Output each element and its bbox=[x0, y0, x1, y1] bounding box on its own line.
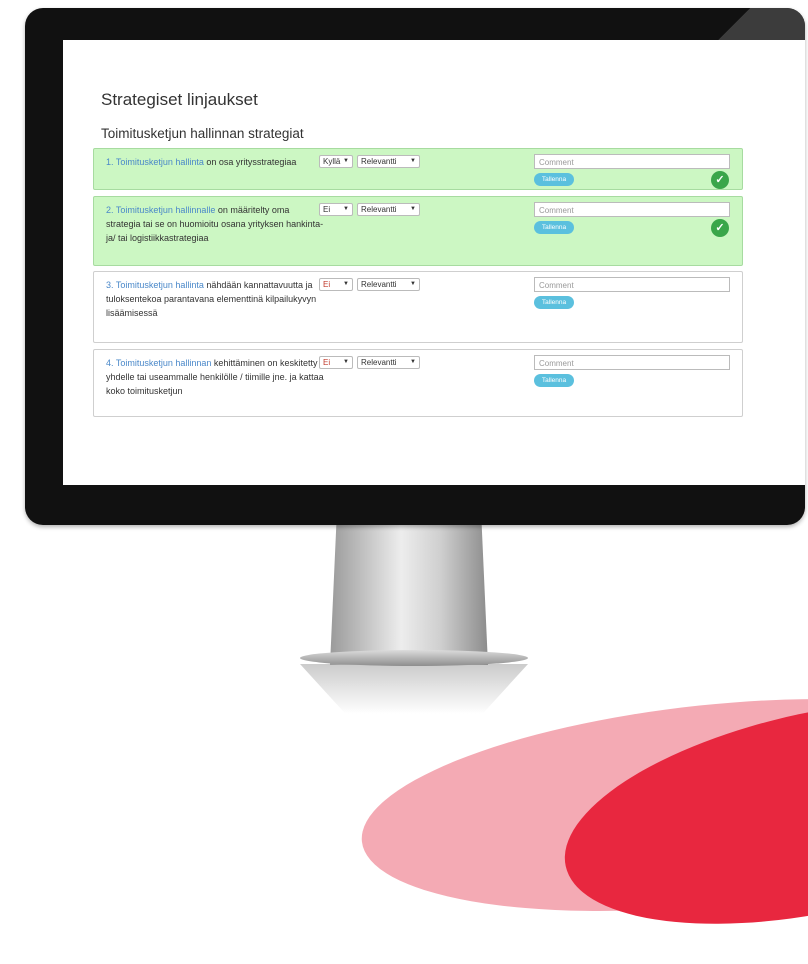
monitor-stand-base bbox=[300, 650, 528, 666]
comment-input[interactable]: Comment bbox=[534, 277, 730, 292]
chevron-down-icon: ▼ bbox=[410, 158, 416, 164]
question-text: 4. Toimitusketjun hallinnan kehittäminen… bbox=[106, 356, 326, 398]
question-text: 2. Toimitusketjun hallinnalle on määrite… bbox=[106, 203, 326, 245]
answer-select[interactable]: Ei ▼ bbox=[319, 203, 353, 216]
answer-select-value: Ei bbox=[323, 205, 331, 214]
question-link[interactable]: 2. Toimitusketjun hallinnalle bbox=[106, 205, 215, 215]
answer-select[interactable]: Kyllä ▼ bbox=[319, 155, 353, 168]
question-text: 1. Toimitusketjun hallinta on osa yritys… bbox=[106, 155, 326, 169]
chevron-down-icon: ▼ bbox=[343, 281, 349, 287]
chevron-down-icon: ▼ bbox=[343, 359, 349, 365]
save-button[interactable]: Tallenna bbox=[534, 374, 574, 387]
check-icon: ✓ bbox=[711, 219, 729, 237]
relevance-select[interactable]: Relevantti ▼ bbox=[357, 356, 420, 369]
relevance-select[interactable]: Relevantti ▼ bbox=[357, 155, 420, 168]
question-link[interactable]: 1. Toimitusketjun hallinta bbox=[106, 157, 204, 167]
answer-select[interactable]: Ei ▼ bbox=[319, 278, 353, 291]
relevance-select[interactable]: Relevantti ▼ bbox=[357, 203, 420, 216]
chevron-down-icon: ▼ bbox=[410, 206, 416, 212]
relevance-select-value: Relevantti bbox=[361, 157, 397, 166]
answer-select-value: Kyllä bbox=[323, 157, 341, 166]
save-button[interactable]: Tallenna bbox=[534, 221, 574, 234]
question-card-1: 1. Toimitusketjun hallinta on osa yritys… bbox=[93, 148, 743, 190]
question-text: 3. Toimitusketjun hallinta nähdään kanna… bbox=[106, 278, 326, 320]
chevron-down-icon: ▼ bbox=[410, 281, 416, 287]
check-icon: ✓ bbox=[711, 171, 729, 189]
answer-select[interactable]: Ei ▼ bbox=[319, 356, 353, 369]
comment-input[interactable]: Comment bbox=[534, 202, 730, 217]
answer-select-value: Ei bbox=[323, 358, 331, 367]
monitor-stand-reflection bbox=[300, 664, 528, 714]
save-button[interactable]: Tallenna bbox=[534, 296, 574, 309]
relevance-select-value: Relevantti bbox=[361, 280, 397, 289]
question-card-3: 3. Toimitusketjun hallinta nähdään kanna… bbox=[93, 271, 743, 343]
question-rest: on osa yritysstrategiaa bbox=[203, 157, 297, 167]
save-button[interactable]: Tallenna bbox=[534, 173, 574, 186]
chevron-down-icon: ▼ bbox=[343, 158, 349, 164]
question-link[interactable]: 3. Toimitusketjun hallinta bbox=[106, 280, 204, 290]
monitor-stand bbox=[330, 525, 488, 665]
question-card-2: 2. Toimitusketjun hallinnalle on määrite… bbox=[93, 196, 743, 266]
answer-select-value: Ei bbox=[323, 280, 331, 289]
question-card-4: 4. Toimitusketjun hallinnan kehittäminen… bbox=[93, 349, 743, 417]
comment-input[interactable]: Comment bbox=[534, 355, 730, 370]
question-link[interactable]: 4. Toimitusketjun hallinnan bbox=[106, 358, 211, 368]
chevron-down-icon: ▼ bbox=[410, 359, 416, 365]
relevance-select-value: Relevantti bbox=[361, 358, 397, 367]
page-title: Strategiset linjaukset bbox=[101, 90, 258, 109]
comment-input[interactable]: Comment bbox=[534, 154, 730, 169]
relevance-select[interactable]: Relevantti ▼ bbox=[357, 278, 420, 291]
relevance-select-value: Relevantti bbox=[361, 205, 397, 214]
section-title: Toimitusketjun hallinnan strategiat bbox=[101, 126, 304, 141]
monitor-screen: Strategiset linjaukset Toimitusketjun ha… bbox=[63, 40, 805, 485]
chevron-down-icon: ▼ bbox=[343, 206, 349, 212]
